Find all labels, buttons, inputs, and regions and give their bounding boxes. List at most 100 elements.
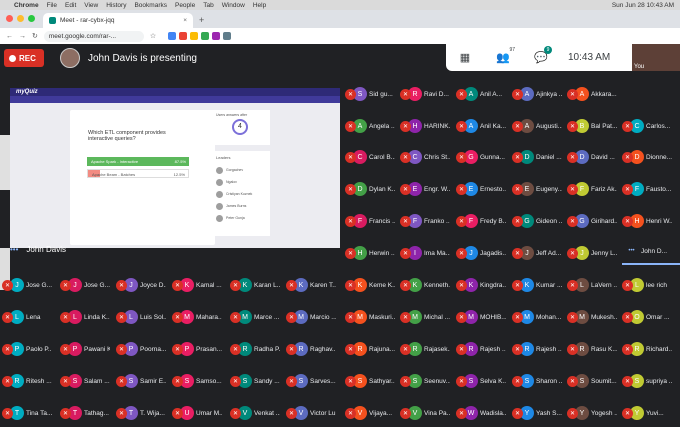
participant-tile[interactable]: ✕ C Chris St... bbox=[400, 143, 450, 171]
participant-tile[interactable]: ✕ S Samir E... bbox=[116, 367, 166, 395]
extension-icon[interactable] bbox=[223, 32, 232, 40]
participant-tile[interactable]: ✕ W Wadisla... bbox=[456, 399, 506, 427]
participant-tile[interactable]: ✕ R Ravi D... bbox=[400, 80, 450, 108]
participant-tile[interactable]: ✕ Y Yash S... bbox=[512, 399, 562, 427]
participant-tile[interactable]: ✕ R Richard... bbox=[622, 335, 672, 363]
participant-tile[interactable]: ✕ L Luis Sol... bbox=[116, 303, 166, 331]
extension-icon[interactable] bbox=[179, 32, 188, 40]
bookmark-star-icon[interactable]: ☆ bbox=[150, 32, 156, 40]
participant-tile[interactable]: ✕ J Jenny L... bbox=[567, 239, 617, 267]
participant-tile[interactable]: ✕ F Francis ... bbox=[345, 207, 395, 235]
participant-tile[interactable]: ✕ S Samso... bbox=[172, 367, 222, 395]
participant-tile[interactable]: ✕ R Rajuna... bbox=[345, 335, 395, 363]
participant-tile[interactable]: ✕ M Mohan... bbox=[512, 303, 562, 331]
participant-tile[interactable]: ✕ Y Yuvi... bbox=[622, 399, 672, 427]
participant-tile[interactable]: ✕ D Dionne... bbox=[622, 143, 672, 171]
participant-tile[interactable]: ✕ S Salam ... bbox=[60, 367, 110, 395]
participant-tile[interactable]: ✕ I Ima Ma... bbox=[400, 239, 450, 267]
participant-tile[interactable]: ✕ J Jagadis... bbox=[456, 239, 506, 267]
participant-tile[interactable]: ✕ L Linda K... bbox=[60, 303, 110, 331]
url-bar[interactable]: meet.google.com/rar-... bbox=[43, 30, 144, 42]
participant-tile[interactable]: ✕ B Bal Pat... bbox=[567, 112, 617, 140]
participant-tile[interactable]: ✕ C Carlos... bbox=[622, 112, 672, 140]
participant-tile[interactable]: ✕ S Sharon ... bbox=[512, 367, 562, 395]
participant-tile[interactable]: ✕ E Ernesto... bbox=[456, 175, 506, 203]
participant-tile[interactable]: ✕ S Sandy ... bbox=[230, 367, 280, 395]
participant-tile[interactable]: ✕ A Anil A... bbox=[456, 80, 506, 108]
participant-tile[interactable]: ✕ M Mahara... bbox=[172, 303, 222, 331]
participant-tile[interactable]: ✕HHARINK... bbox=[400, 112, 450, 140]
chat-button[interactable]: 💬 9 bbox=[522, 46, 560, 64]
participant-tile[interactable]: ✕ C Carol B... bbox=[345, 143, 395, 171]
participant-tile[interactable]: ✕ E Engr. W... bbox=[400, 175, 450, 203]
minimize-window-icon[interactable] bbox=[17, 15, 24, 22]
participant-tile[interactable]: ✕ K Karan L... bbox=[230, 271, 280, 299]
back-icon[interactable]: ← bbox=[6, 33, 13, 40]
tab-meet[interactable]: Meet - rar-cybx-jqq × bbox=[43, 13, 193, 28]
participant-tile[interactable]: ✕ M Marce ... bbox=[230, 303, 280, 331]
participant-tile[interactable]: ✕ T Tina Ta... bbox=[2, 399, 52, 427]
participant-tile[interactable]: ✕ U Umar M... bbox=[172, 399, 222, 427]
participant-tile[interactable]: ✕ P Paolo P... bbox=[2, 335, 52, 363]
close-tab-icon[interactable]: × bbox=[183, 17, 187, 24]
participant-tile[interactable]: ✕RRajasek... bbox=[400, 335, 450, 363]
extension-icon[interactable] bbox=[190, 32, 199, 40]
participant-tile[interactable]: ✕FFariz Ak... bbox=[567, 175, 617, 203]
participant-tile[interactable]: ✕ T Tathag... bbox=[60, 399, 110, 427]
menu-window[interactable]: Window bbox=[222, 2, 245, 9]
participant-tile[interactable]: ✕ G Girihard... bbox=[567, 207, 617, 235]
participant-tile[interactable]: ✕ D Dylan K... bbox=[345, 175, 395, 203]
participant-tile[interactable]: ✕ Llee rich bbox=[622, 271, 672, 299]
participant-tile[interactable]: ✕ F Fredy B... bbox=[456, 207, 506, 235]
participant-tile[interactable]: ✕ R Rajesh ... bbox=[512, 335, 562, 363]
participant-tile[interactable]: ✕ R Ritesh ... bbox=[2, 367, 52, 395]
participant-tile[interactable]: ✕ K Karen T... bbox=[286, 271, 336, 299]
participant-tile[interactable]: ✕ V Vijaya... bbox=[345, 399, 395, 427]
self-view[interactable]: You bbox=[632, 44, 680, 71]
new-tab-icon[interactable]: + bbox=[199, 15, 204, 25]
participant-tile[interactable]: ✕ H Herwin ... bbox=[345, 239, 395, 267]
menu-people[interactable]: People bbox=[175, 2, 195, 9]
menu-app-name[interactable]: Chrome bbox=[14, 2, 39, 9]
participant-tile[interactable]: ✕ K Kumar ... bbox=[512, 271, 562, 299]
close-window-icon[interactable] bbox=[6, 15, 13, 22]
participant-tile[interactable]: ✕ F Fausto... bbox=[622, 175, 672, 203]
menu-tab[interactable]: Tab bbox=[203, 2, 213, 9]
participant-tile[interactable]: ✕ Y Yogesh ... bbox=[567, 399, 617, 427]
zoom-window-icon[interactable] bbox=[28, 15, 35, 22]
participant-tile[interactable]: ✕ M Maskuri... bbox=[345, 303, 395, 331]
participant-tile[interactable]: ✕ O Omar ... bbox=[622, 303, 672, 331]
participant-tile[interactable]: ✕ A Anil Ka... bbox=[456, 112, 506, 140]
participant-tile[interactable]: ✕ P Prasan... bbox=[172, 335, 222, 363]
participant-tile[interactable]: ✕ V Venkat ... bbox=[230, 399, 280, 427]
participant-tile[interactable]: ✕ D David ... bbox=[567, 143, 617, 171]
participant-tile[interactable]: ✕JJoyce D... bbox=[116, 271, 166, 299]
system-clock[interactable]: Sun Jun 28 10:43 AM bbox=[612, 2, 674, 9]
participants-button[interactable]: 👥 97 bbox=[484, 47, 522, 64]
reload-icon[interactable]: ↻ bbox=[32, 32, 38, 40]
participant-tile[interactable]: ✕ S Sid gu... bbox=[345, 80, 395, 108]
participant-tile[interactable]: ✕ K Kingdra... bbox=[456, 271, 506, 299]
shared-screen[interactable]: myQuiz Which ETL component provides inte… bbox=[10, 88, 340, 248]
menu-view[interactable]: View bbox=[84, 2, 98, 9]
participant-tile[interactable]: ✕ A Akkara... bbox=[567, 80, 617, 108]
menu-file[interactable]: File bbox=[47, 2, 57, 9]
participant-tile[interactable]: ✕ S Selva K... bbox=[456, 367, 506, 395]
menu-bookmarks[interactable]: Bookmarks bbox=[134, 2, 167, 9]
participant-tile[interactable]: ✕ V Vina Pa... bbox=[400, 399, 450, 427]
participant-tile[interactable]: ✕ A Angela ... bbox=[345, 112, 395, 140]
participant-tile[interactable]: ✕ H Henri W... bbox=[622, 207, 672, 235]
extension-icon[interactable] bbox=[201, 32, 210, 40]
participant-tile[interactable]: ✕ F Franko ... bbox=[400, 207, 450, 235]
pinned-participant[interactable]: ••• John D... bbox=[622, 239, 680, 265]
participant-tile[interactable]: ✕KKenneth... bbox=[400, 271, 450, 299]
participant-tile[interactable]: ✕ L LaVern ... bbox=[567, 271, 617, 299]
participant-tile[interactable]: ✕ G Gideon ... bbox=[512, 207, 562, 235]
extension-icon[interactable] bbox=[212, 32, 221, 40]
menu-edit[interactable]: Edit bbox=[65, 2, 76, 9]
participant-tile[interactable]: ✕ P Poorna... bbox=[116, 335, 166, 363]
participant-tile[interactable]: ✕ R Raghav... bbox=[286, 335, 336, 363]
participant-tile[interactable]: ✕ J Jeff Ad... bbox=[512, 239, 562, 267]
participant-tile[interactable]: ✕ J Jose G... bbox=[2, 271, 52, 299]
participant-tile[interactable]: ✕ T T. Wija... bbox=[116, 399, 166, 427]
